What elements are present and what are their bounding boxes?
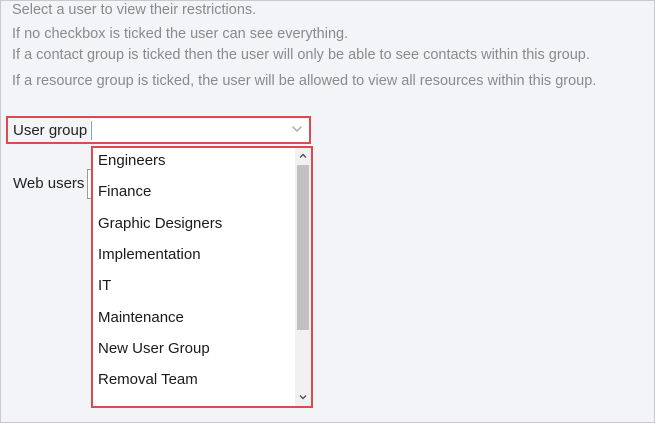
- scroll-down-arrow-icon[interactable]: [298, 392, 308, 402]
- chevron-down-icon[interactable]: [290, 122, 304, 136]
- dropdown-scrollbar[interactable]: [295, 148, 311, 406]
- instruction-line: If a resource group is ticked, the user …: [12, 73, 597, 89]
- dropdown-option[interactable]: Finance: [98, 182, 151, 202]
- dropdown-option[interactable]: Removal Team: [98, 370, 198, 390]
- dropdown-option[interactable]: New User Group: [98, 339, 210, 359]
- instruction-line: If no checkbox is ticked the user can se…: [12, 26, 349, 42]
- scroll-up-arrow-icon[interactable]: [298, 151, 308, 161]
- dropdown-option[interactable]: IT: [98, 276, 111, 296]
- instruction-line: Select a user to view their restrictions…: [12, 2, 257, 18]
- scrollbar-thumb[interactable]: [297, 165, 309, 330]
- text-cursor: [91, 121, 92, 140]
- dropdown-option[interactable]: Maintenance: [98, 308, 184, 328]
- user-group-select[interactable]: [90, 119, 309, 142]
- user-group-label: User group: [13, 122, 88, 139]
- instruction-line: If a contact group is ticked then the us…: [12, 47, 590, 63]
- dropdown-option[interactable]: Graphic Designers: [98, 214, 222, 234]
- dropdown-option[interactable]: Engineers: [98, 151, 166, 171]
- user-restrictions-panel: Select a user to view their restrictions…: [0, 0, 655, 423]
- dropdown-option[interactable]: Implementation: [98, 245, 201, 265]
- web-users-label: Web users: [13, 175, 85, 192]
- user-group-dropdown: Engineers Finance Graphic Designers Impl…: [93, 148, 311, 406]
